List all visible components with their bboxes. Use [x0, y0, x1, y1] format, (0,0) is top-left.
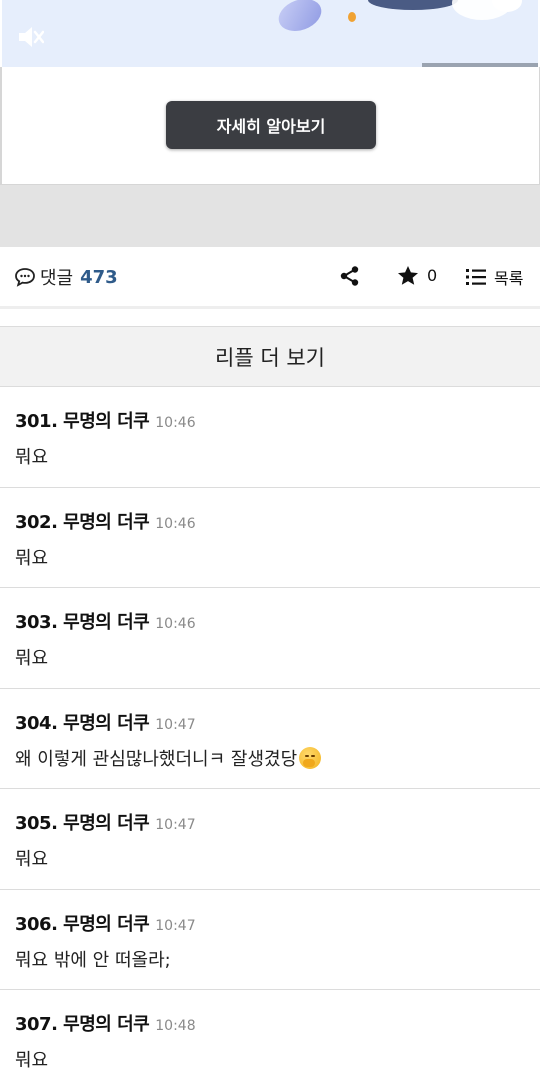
- comment-item: 301. 무명의 더쿠 10:46 뭐요: [0, 387, 540, 488]
- comment-author[interactable]: 307. 무명의 더쿠: [15, 1010, 150, 1036]
- share-icon[interactable]: [339, 265, 361, 287]
- post-toolbar: 댓글 473 0 목록: [0, 247, 540, 309]
- comment-item: 305. 무명의 더쿠 10:47 뭐요: [0, 789, 540, 890]
- comment-list: 301. 무명의 더쿠 10:46 뭐요 302. 무명의 더쿠 10:46 뭐…: [0, 387, 540, 1080]
- comment-text-row: 왜 이렇게 관심많나했더니ㅋ 잘생겼당: [15, 745, 525, 771]
- comment-item: 306. 무명의 더쿠 10:47 뭐요 밖에 안 떠올라;: [0, 890, 540, 990]
- comment-time: 10:46: [155, 415, 196, 431]
- comment-text: 뭐요: [15, 849, 49, 870]
- list-button[interactable]: 목록: [466, 265, 523, 289]
- shushing-face-emoji-icon: [299, 746, 322, 769]
- comment-bubble-icon: [15, 268, 35, 287]
- comment-author[interactable]: 303. 무명의 더쿠: [15, 608, 150, 634]
- list-icon: [466, 269, 486, 285]
- comment-text: 뭐요 밖에 안 떠올라;: [15, 949, 171, 971]
- comment-item: 307. 무명의 더쿠 10:48 뭐요: [0, 990, 540, 1080]
- ad-video[interactable]: [2, 0, 538, 67]
- comment-author[interactable]: 306. 무명의 더쿠: [15, 910, 150, 936]
- bookmark-star-button[interactable]: 0: [397, 265, 437, 286]
- comment-text: 왜 이렇게 관심많나했더니ㅋ 잘생겼당: [15, 748, 298, 770]
- comment-text: 뭐요: [15, 648, 49, 669]
- comment-time: 10:47: [155, 716, 196, 733]
- comment-time: 10:46: [155, 616, 196, 632]
- comment-time: 10:47: [155, 817, 196, 833]
- comment-author[interactable]: 305. 무명의 더쿠: [15, 809, 150, 835]
- comment-author[interactable]: 301. 무명의 더쿠: [15, 407, 150, 433]
- learn-more-button[interactable]: 자세히 알아보기: [166, 101, 376, 149]
- comment-text: 뭐요: [15, 1050, 49, 1071]
- mute-icon[interactable]: [16, 24, 44, 50]
- comment-item: 302. 무명의 더쿠 10:46 뭐요: [0, 488, 540, 588]
- ad-body: 자세히 알아보기: [0, 67, 540, 185]
- comment-count: 473: [80, 266, 118, 288]
- star-count: 0: [427, 266, 438, 285]
- comment-time: 10:48: [155, 1018, 196, 1034]
- comment-item: 303. 무명의 더쿠 10:46 뭐요: [0, 588, 540, 689]
- comment-time: 10:47: [155, 917, 196, 934]
- comment-author[interactable]: 304. 무명의 더쿠: [15, 709, 150, 735]
- separator-band: [0, 185, 540, 247]
- comment-info[interactable]: 댓글 473: [14, 247, 118, 307]
- comment-text: 뭐요: [15, 447, 49, 468]
- comment-author[interactable]: 302. 무명의 더쿠: [15, 508, 150, 534]
- comment-label: 댓글: [40, 268, 74, 289]
- more-replies-button[interactable]: 리플 더 보기: [0, 326, 540, 387]
- comment-item: 304. 무명의 더쿠 10:47 왜 이렇게 관심많나했더니ㅋ 잘생겼당: [0, 689, 540, 789]
- star-icon: [398, 266, 418, 285]
- ad-banner: 자세히 알아보기: [0, 0, 540, 185]
- comment-time: 10:46: [155, 515, 196, 532]
- list-label: 목록: [494, 269, 524, 288]
- comment-text: 뭐요: [15, 547, 49, 569]
